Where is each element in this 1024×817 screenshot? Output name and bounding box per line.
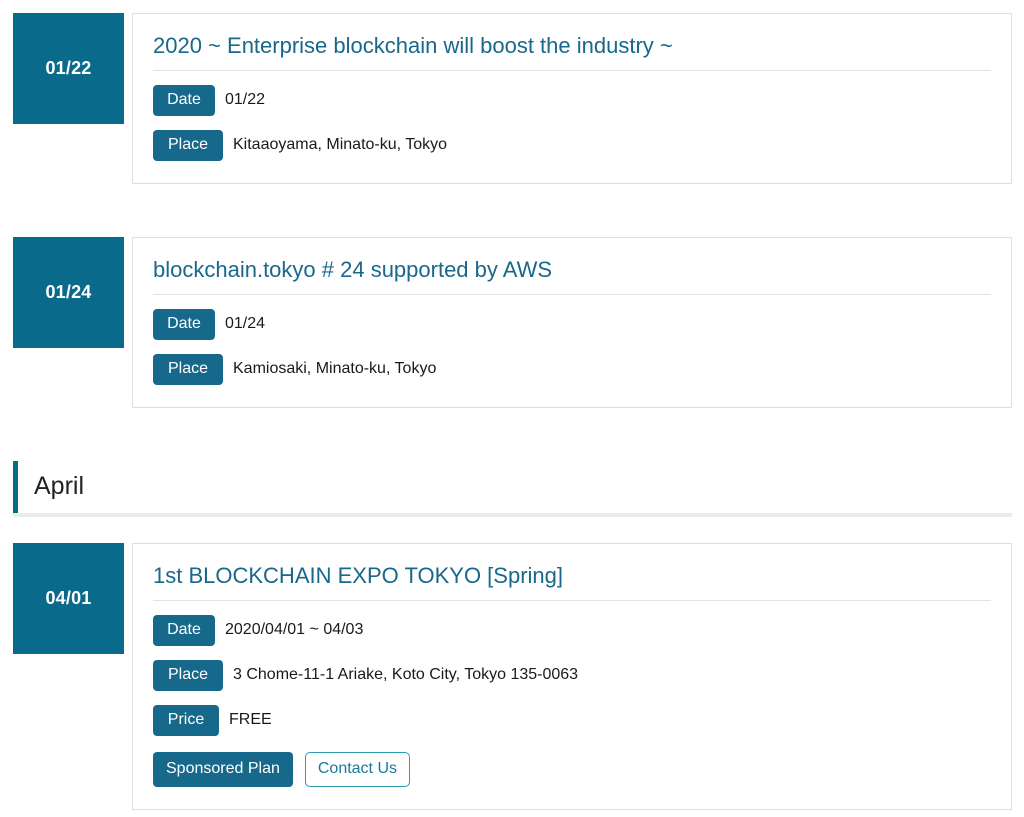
meta-label-price: Price: [153, 704, 219, 736]
meta-label-place: Place: [153, 353, 223, 385]
meta-row: Date 01/24: [153, 308, 991, 340]
meta-label-date: Date: [153, 308, 215, 340]
meta-value-place: Kitaaoyama, Minato-ku, Tokyo: [233, 136, 448, 154]
event-title-link[interactable]: blockchain.tokyo # 24 supported by AWS: [153, 256, 991, 295]
event-card: 2020 ~ Enterprise blockchain will boost …: [132, 13, 1012, 184]
meta-value-place: 3 Chome-11-1 Ariake, Koto City, Tokyo 13…: [233, 666, 579, 684]
month-accent-bar: [13, 460, 18, 513]
meta-value-date: 2020/04/01 ~ 04/03: [225, 621, 364, 639]
meta-label-place: Place: [153, 129, 223, 161]
event-row: 04/01 1st BLOCKCHAIN EXPO TOKYO [Spring]…: [13, 543, 1012, 810]
contact-us-button[interactable]: Contact Us: [304, 751, 410, 787]
meta-label-place: Place: [153, 659, 223, 691]
month-name: April: [34, 472, 85, 500]
event-meta-list: Date 2020/04/01 ~ 04/03 Place 3 Chome-11…: [153, 614, 991, 736]
event-date-block: 01/22: [13, 13, 124, 124]
meta-row: Place Kitaaoyama, Minato-ku, Tokyo: [153, 129, 991, 161]
event-meta-list: Date 01/22 Place Kitaaoyama, Minato-ku, …: [153, 84, 991, 161]
meta-value-place: Kamiosaki, Minato-ku, Tokyo: [233, 360, 437, 378]
event-meta-list: Date 01/24 Place Kamiosaki, Minato-ku, T…: [153, 308, 991, 385]
event-list-page: 01/22 2020 ~ Enterprise blockchain will …: [0, 0, 1024, 817]
event-title-link[interactable]: 2020 ~ Enterprise blockchain will boost …: [153, 32, 991, 71]
meta-value-date: 01/24: [225, 315, 266, 333]
meta-value-price: FREE: [229, 711, 272, 729]
event-title-link[interactable]: 1st BLOCKCHAIN EXPO TOKYO [Spring]: [153, 562, 991, 601]
meta-row: Price FREE: [153, 704, 991, 736]
event-action-row: Sponsored Plan Contact Us: [153, 751, 991, 787]
event-date-block: 01/24: [13, 237, 124, 348]
meta-row: Date 01/22: [153, 84, 991, 116]
event-card: blockchain.tokyo # 24 supported by AWS D…: [132, 237, 1012, 408]
event-date-block: 04/01: [13, 543, 124, 654]
meta-label-date: Date: [153, 84, 215, 116]
meta-value-date: 01/22: [225, 91, 266, 109]
event-row: 01/22 2020 ~ Enterprise blockchain will …: [13, 13, 1012, 184]
month-section-header: April: [13, 460, 1012, 517]
sponsored-plan-button[interactable]: Sponsored Plan: [153, 751, 293, 787]
event-row: 01/24 blockchain.tokyo # 24 supported by…: [13, 237, 1012, 408]
meta-label-date: Date: [153, 614, 215, 646]
event-card: 1st BLOCKCHAIN EXPO TOKYO [Spring] Date …: [132, 543, 1012, 810]
meta-row: Place 3 Chome-11-1 Ariake, Koto City, To…: [153, 659, 991, 691]
meta-row: Date 2020/04/01 ~ 04/03: [153, 614, 991, 646]
meta-row: Place Kamiosaki, Minato-ku, Tokyo: [153, 353, 991, 385]
